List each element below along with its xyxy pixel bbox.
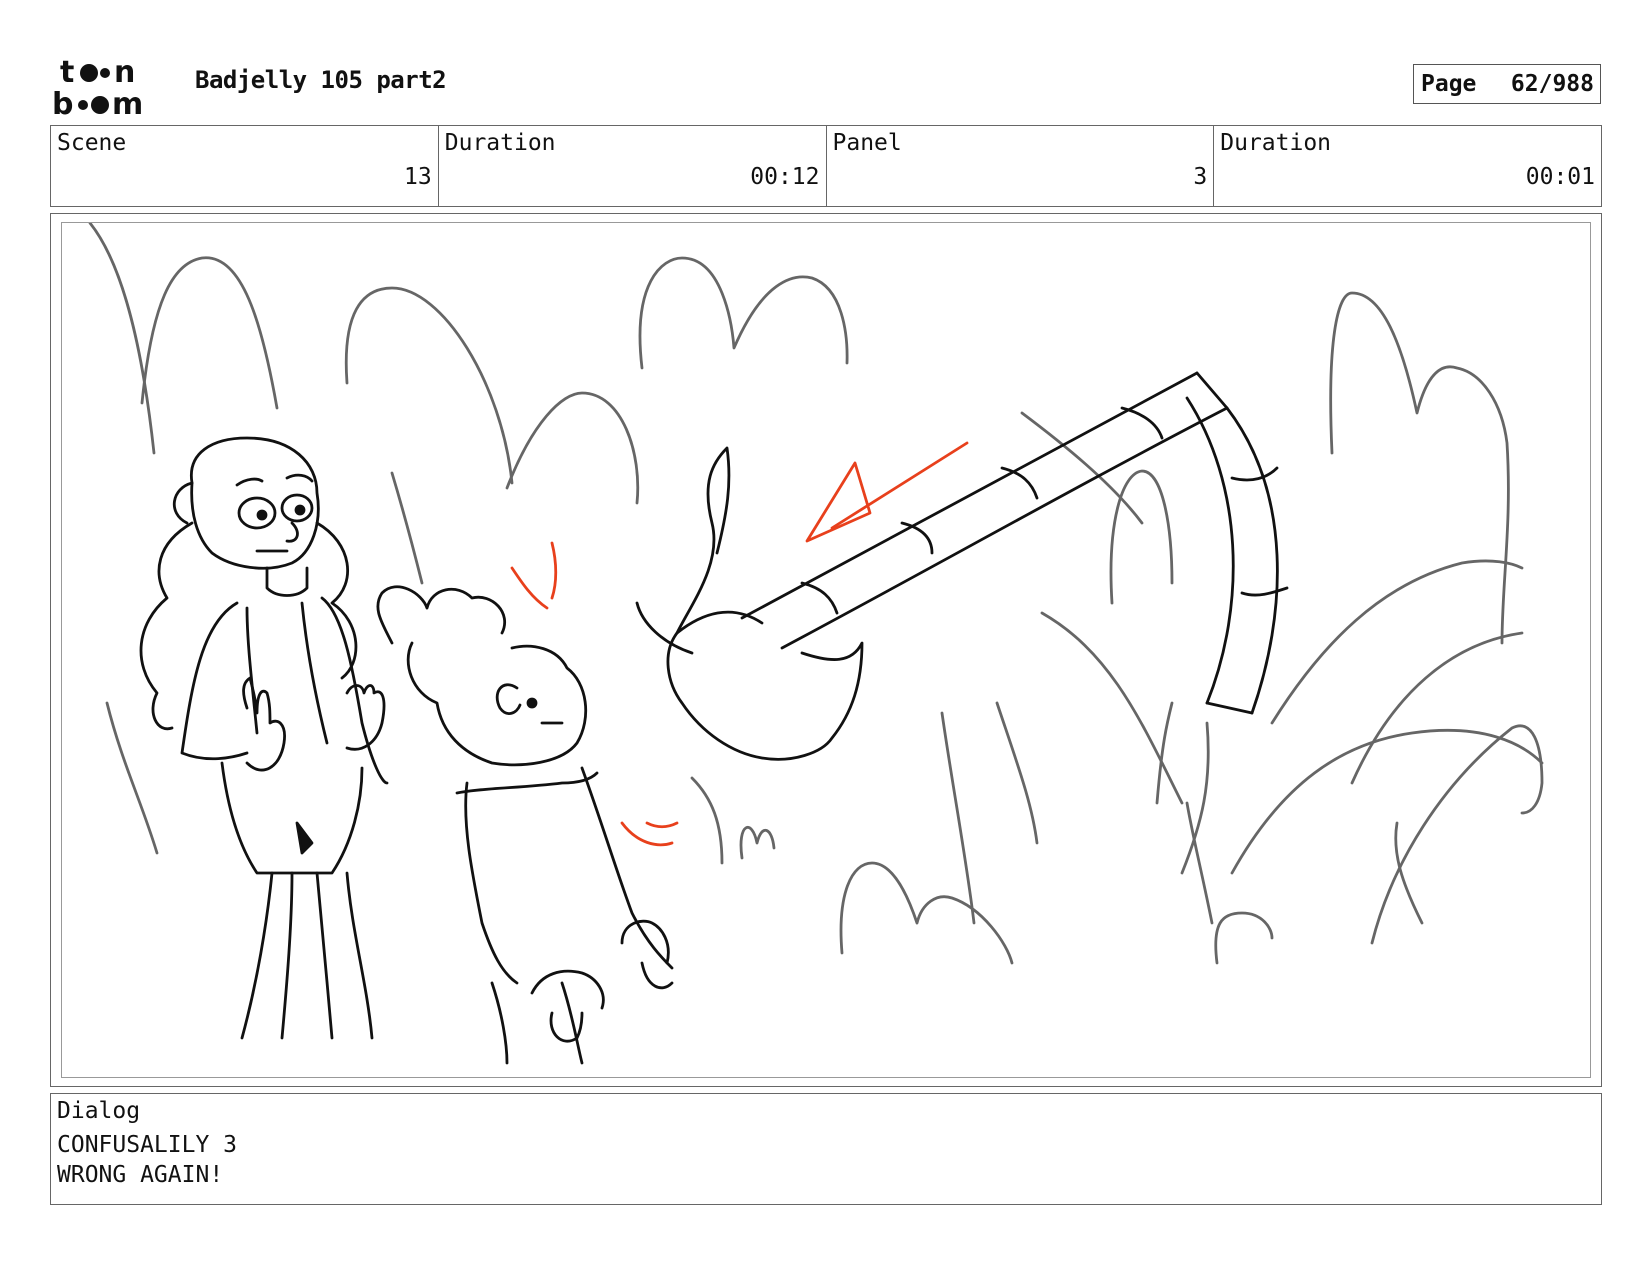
- svg-text:t: t: [60, 55, 74, 90]
- dialog-line: CONFUSALILY 3: [57, 1132, 238, 1158]
- storyboard-drawing-area: [61, 222, 1591, 1078]
- page-label: Page: [1421, 71, 1477, 97]
- action-marks: [510, 441, 969, 847]
- panel-duration-label: Duration: [1220, 130, 1332, 156]
- storyboard-sketch: [88, 223, 1544, 1065]
- page-indicator: Page 62/988: [1413, 64, 1601, 104]
- toon-boom-logo: t n b m: [52, 55, 143, 118]
- background-plants: [88, 223, 1544, 965]
- page-number: 62/988: [1510, 71, 1594, 97]
- panel-duration-value: 00:01: [1525, 164, 1595, 190]
- svg-text:m: m: [112, 87, 143, 118]
- document-title: Badjelly 105 part2: [195, 66, 447, 94]
- scene-duration-label: Duration: [444, 130, 556, 156]
- panel-cell: Panel 3: [827, 126, 1215, 206]
- dialog-label: Dialog: [57, 1098, 141, 1124]
- svg-text:b: b: [52, 87, 73, 118]
- dialog-box: Dialog CONFUSALILY 3 WRONG AGAIN!: [50, 1093, 1602, 1205]
- scene-cell: Scene 13: [51, 126, 439, 206]
- panel-info-row: Scene 13 Duration 00:12 Panel 3 Duration…: [50, 125, 1602, 207]
- dialog-line: WRONG AGAIN!: [57, 1162, 224, 1188]
- scythe-drawing: [635, 371, 1289, 761]
- panel-label: Panel: [832, 130, 902, 156]
- scene-number: 13: [404, 164, 432, 190]
- panel-number: 3: [1193, 164, 1208, 190]
- girl-character: [139, 436, 389, 1040]
- scene-duration-value: 00:12: [750, 164, 820, 190]
- scene-duration-cell: Duration 00:12: [439, 126, 827, 206]
- svg-text:n: n: [114, 55, 135, 90]
- scene-label: Scene: [57, 130, 127, 156]
- panel-duration-cell: Duration 00:01: [1214, 126, 1601, 206]
- boy-character: [376, 585, 674, 1065]
- storyboard-panel-frame: [50, 213, 1602, 1087]
